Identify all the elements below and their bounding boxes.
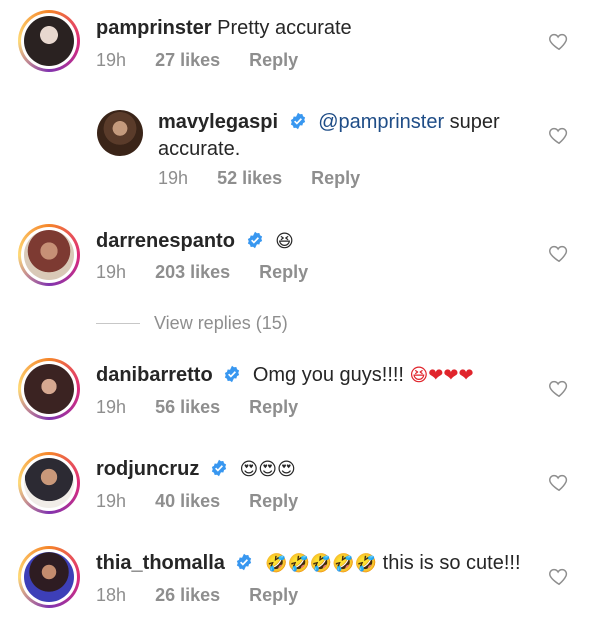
reply-button[interactable]: Reply [249,491,298,512]
avatar[interactable] [18,224,80,286]
heart-icon[interactable] [548,30,570,52]
reply-button[interactable]: Reply [311,168,360,189]
timestamp: 19h [158,168,189,188]
heart-icon[interactable] [548,565,570,587]
heart-icon[interactable] [548,242,570,264]
verified-icon [290,112,305,130]
likes-count[interactable]: 52 likes [217,168,282,189]
divider [96,323,140,324]
reply-button[interactable]: Reply [249,50,298,71]
reply-button[interactable]: Reply [259,262,308,283]
emoji-group: 🤣🤣🤣🤣🤣 [265,553,378,573]
likes-count[interactable]: 27 likes [155,50,220,71]
comment-text: Pretty accurate [217,17,352,39]
avatar[interactable] [97,110,143,156]
verified-icon [247,231,262,249]
likes-count[interactable]: 26 likes [155,585,220,606]
timestamp: 18h [96,585,127,605]
username[interactable]: mavylegaspi [158,111,278,133]
comment-text: super [444,111,500,133]
reply-button[interactable]: Reply [249,397,298,418]
heart-icon[interactable] [548,377,570,399]
username[interactable]: pamprinster [96,17,212,39]
comment-text: this is so cute!!! [377,552,521,574]
comment-text: Omg you guys!!!! [252,364,410,386]
comment-text-continued: accurate. [158,138,241,160]
heart-icon[interactable] [548,471,570,493]
timestamp: 19h [96,50,127,70]
mention-link[interactable]: @pamprinster [318,111,444,133]
username[interactable]: thia_thomalla [96,552,225,574]
timestamp: 19h [96,397,127,417]
view-replies-link[interactable]: View replies (15) [96,313,288,334]
avatar[interactable] [18,452,80,514]
avatar[interactable] [18,546,80,608]
verified-icon [225,365,240,383]
username[interactable]: rodjuncruz [96,458,199,480]
likes-count[interactable]: 56 likes [155,397,220,418]
timestamp: 19h [96,491,127,511]
likes-count[interactable]: 40 likes [155,491,220,512]
emoji-laughing: 😆 [275,231,294,251]
verified-icon [211,459,227,477]
avatar[interactable] [18,358,80,420]
heart-icon[interactable] [548,124,570,146]
reply-button[interactable]: Reply [249,585,298,606]
username[interactable]: danibarretto [96,364,213,386]
verified-icon [237,553,252,571]
likes-count[interactable]: 203 likes [155,262,230,283]
view-replies-label: View replies (15) [154,313,288,333]
avatar[interactable] [18,10,80,72]
emoji-group: 😍😍😍 [239,459,296,479]
emoji-group: 😆❤❤❤ [409,365,474,385]
username[interactable]: darrenespanto [96,230,235,252]
timestamp: 19h [96,262,127,282]
